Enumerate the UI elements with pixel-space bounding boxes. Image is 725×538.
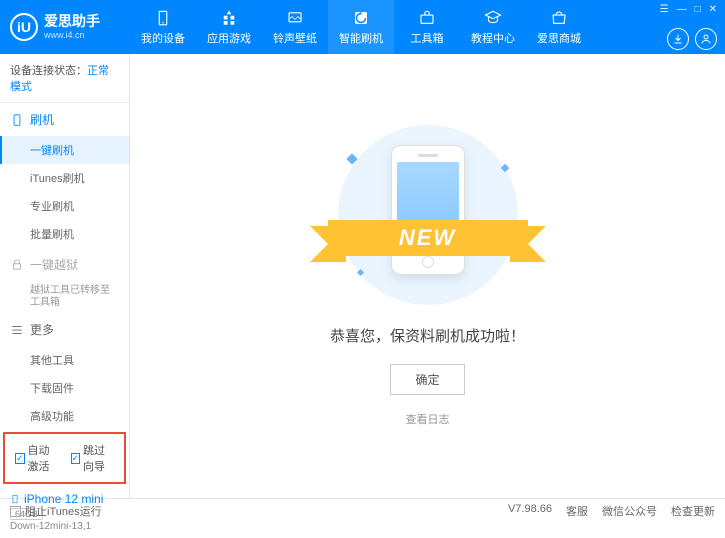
sidebar-item-other-tools[interactable]: 其他工具 — [0, 346, 129, 374]
sidebar-head-jailbreak: 一键越狱 — [0, 248, 129, 281]
tab-apps[interactable]: 应用游戏 — [196, 0, 262, 54]
sidebar-item-pro-flash[interactable]: 专业刷机 — [0, 192, 129, 220]
sidebar-head-flash[interactable]: 刷机 — [0, 103, 129, 136]
sidebar-head-more[interactable]: 更多 — [0, 313, 129, 346]
app-title: 爱思助手 — [44, 14, 100, 29]
download-icon[interactable] — [667, 28, 689, 50]
wallpaper-icon — [286, 9, 304, 27]
app-header: iU 爱思助手 www.i4.cn 我的设备 应用游戏 铃声壁纸 智能刷机 工具… — [0, 0, 725, 54]
maximize-icon[interactable]: □ — [695, 4, 701, 15]
nav-tabs: 我的设备 应用游戏 铃声壁纸 智能刷机 工具箱 教程中心 爱思商城 — [130, 0, 592, 54]
menu-icon[interactable]: ☰ — [660, 4, 669, 15]
lock-icon — [10, 258, 24, 272]
sidebar-item-itunes-flash[interactable]: iTunes刷机 — [0, 164, 129, 192]
checkbox-skip-guide[interactable]: ✓跳过向导 — [71, 442, 115, 474]
sidebar-item-download-fw[interactable]: 下载固件 — [0, 374, 129, 402]
toolbox-icon — [418, 9, 436, 27]
block-itunes-label: 阻止iTunes运行 — [25, 503, 102, 519]
phone-icon — [10, 113, 24, 127]
success-illustration: NEW — [318, 125, 538, 305]
tutorial-icon — [484, 9, 502, 27]
new-ribbon: NEW — [328, 220, 528, 256]
jailbreak-note: 越狱工具已转移至工具箱 — [0, 281, 129, 313]
tab-ringtones[interactable]: 铃声壁纸 — [262, 0, 328, 54]
store-icon — [550, 9, 568, 27]
wechat-link[interactable]: 微信公众号 — [602, 503, 657, 519]
sidebar: 设备连接状态：正常模式 刷机 一键刷机 iTunes刷机 专业刷机 批量刷机 一… — [0, 54, 130, 498]
customer-service-link[interactable]: 客服 — [566, 503, 588, 519]
flash-icon — [352, 9, 370, 27]
sidebar-item-oneclick-flash[interactable]: 一键刷机 — [0, 136, 129, 164]
logo-icon: iU — [10, 13, 38, 41]
minimize-icon[interactable]: — — [677, 4, 687, 15]
success-message: 恭喜您，保资料刷机成功啦！ — [330, 325, 525, 346]
ok-button[interactable]: 确定 — [390, 364, 464, 395]
tab-flash[interactable]: 智能刷机 — [328, 0, 394, 54]
check-update-link[interactable]: 检查更新 — [671, 503, 715, 519]
sidebar-item-advanced[interactable]: 高级功能 — [0, 402, 129, 430]
user-icon[interactable] — [695, 28, 717, 50]
window-controls: ☰ — □ ✕ — [660, 4, 717, 15]
apps-icon — [220, 9, 238, 27]
logo-area: iU 爱思助手 www.i4.cn — [0, 13, 130, 41]
tab-tutorials[interactable]: 教程中心 — [460, 0, 526, 54]
tab-store[interactable]: 爱思商城 — [526, 0, 592, 54]
connection-status: 设备连接状态：正常模式 — [0, 54, 129, 103]
view-log-link[interactable]: 查看日志 — [406, 411, 450, 427]
device-icon — [154, 9, 172, 27]
checkbox-block-itunes[interactable] — [10, 506, 21, 517]
tab-my-device[interactable]: 我的设备 — [130, 0, 196, 54]
close-icon[interactable]: ✕ — [709, 4, 717, 15]
version-label: V7.98.66 — [508, 503, 552, 519]
app-url: www.i4.cn — [44, 30, 100, 40]
checkbox-auto-activate[interactable]: ✓自动激活 — [15, 442, 59, 474]
sidebar-item-batch-flash[interactable]: 批量刷机 — [0, 220, 129, 248]
options-highlighted: ✓自动激活 ✓跳过向导 — [3, 432, 126, 484]
main-content: NEW 恭喜您，保资料刷机成功啦！ 确定 查看日志 — [130, 54, 725, 498]
tab-toolbox[interactable]: 工具箱 — [394, 0, 460, 54]
list-icon — [10, 323, 24, 337]
